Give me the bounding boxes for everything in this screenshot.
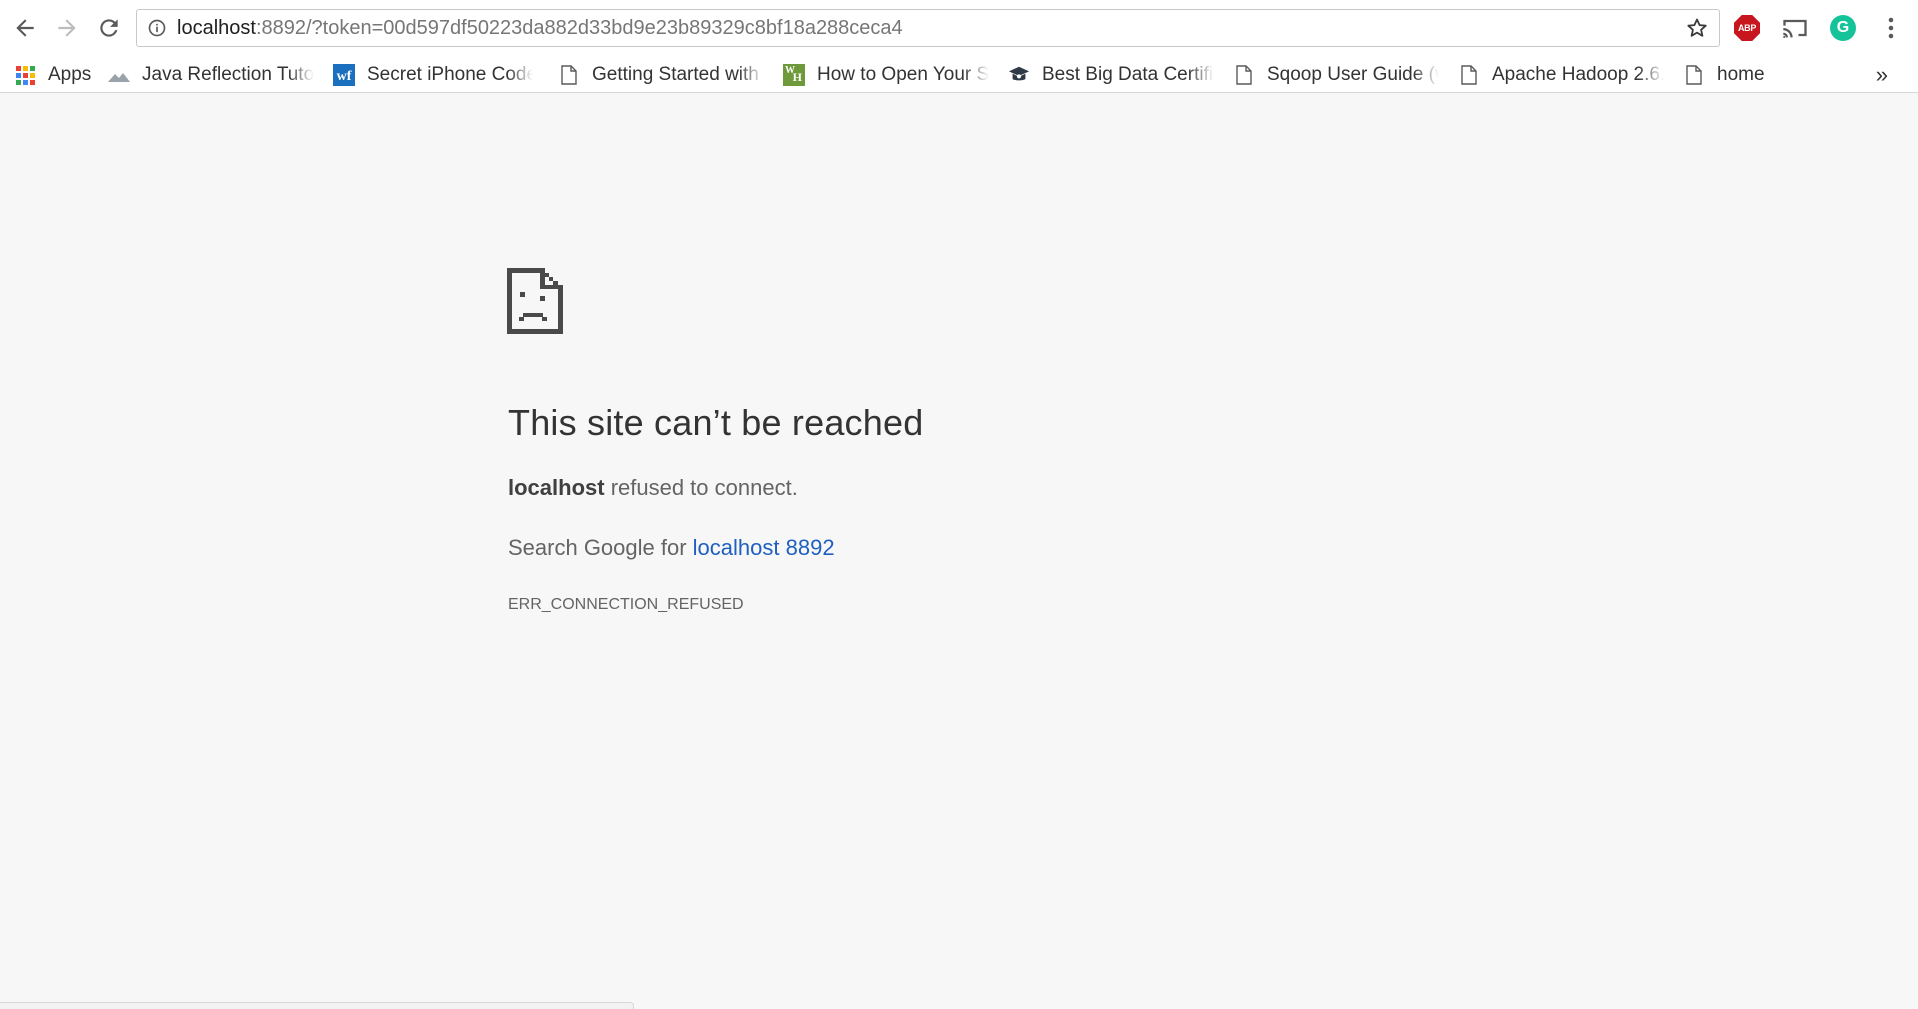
bookmark-getting-started[interactable]: Getting Started with J [558,57,764,93]
error-suggestion: Search Google for localhost 8892 [508,535,835,561]
graduation-cap-icon [1008,64,1030,86]
bookmarks-overflow-button[interactable]: » [1876,57,1888,93]
arrow-right-icon [58,19,76,37]
adblock-plus-icon: ABP [1734,15,1760,41]
browser-chrome: localhost:8892/?token=00d597df50223da882… [0,0,1918,93]
bookmark-apache-hadoop[interactable]: Apache Hadoop 2.6.0 [1458,57,1664,93]
bookmark-label: Getting Started with J [592,64,764,85]
reload-icon [100,19,118,37]
cast-button[interactable] [1781,14,1809,42]
bookmark-secret-iphone-codes[interactable]: wf Secret iPhone Codes [333,57,533,93]
wikihow-icon: WH [783,64,805,86]
bookmark-label: Apps [48,64,92,85]
bookmark-label: Java Reflection Tutori [142,64,314,85]
grammarly-icon: G [1830,15,1856,41]
url-path: :8892/?token=00d597df50223da882d33bd9e23… [255,17,903,39]
error-title: This site can’t be reached [508,402,924,443]
bookmark-label: Sqoop User Guide (v1 [1267,64,1439,85]
cast-icon [1783,19,1807,38]
arrow-left-icon [16,19,34,37]
bookmark-label: home [1717,64,1765,85]
menu-button[interactable] [1877,14,1905,42]
info-icon[interactable] [147,18,167,38]
bookmark-how-to-open[interactable]: WH How to Open Your Sp [783,57,989,93]
bookmark-sqoop-user-guide[interactable]: Sqoop User Guide (v1 [1233,57,1439,93]
back-button[interactable] [10,13,40,43]
adblock-plus-button[interactable]: ABP [1733,14,1761,42]
page-icon [1458,64,1480,86]
suggestion-prefix: Search Google for [508,535,693,560]
bookmark-label: Best Big Data Certific [1042,64,1214,85]
sad-page-icon [507,268,563,334]
bookmark-apps[interactable]: Apps [14,57,114,93]
browser-toolbar: localhost:8892/?token=00d597df50223da882… [0,0,1918,57]
bookmarks-bar: Apps Java Reflection Tutori wf Secret iP… [0,57,1918,93]
bookmark-star-icon[interactable] [1685,16,1709,40]
page-icon [1233,64,1255,86]
error-code: ERR_CONNECTION_REFUSED [508,596,744,613]
search-google-link[interactable]: localhost 8892 [693,535,835,560]
landscape-icon [108,64,130,86]
kebab-menu-icon [1888,17,1894,39]
wf-icon: wf [333,64,355,86]
bookmark-label: How to Open Your Sp [817,64,989,85]
error-detail: localhost refused to connect. [508,475,798,501]
bookmark-home[interactable]: home [1683,57,1803,93]
bookmark-label: Apache Hadoop 2.6.0 [1492,64,1664,85]
url-text[interactable]: localhost:8892/?token=00d597df50223da882… [177,10,903,46]
bookmark-java-reflection[interactable]: Java Reflection Tutori [108,57,314,93]
bookmark-label: Secret iPhone Codes [367,64,533,85]
error-host: localhost [508,475,605,500]
reload-button[interactable] [94,13,124,43]
url-host: localhost [177,17,256,39]
status-bubble [0,1002,634,1009]
address-bar[interactable]: localhost:8892/?token=00d597df50223da882… [136,9,1720,47]
bookmark-best-big-data[interactable]: Best Big Data Certific [1008,57,1214,93]
forward-button[interactable] [52,13,82,43]
page-icon [1683,64,1705,86]
error-detail-text: refused to connect. [604,475,798,500]
grammarly-button[interactable]: G [1829,14,1857,42]
apps-grid-icon [14,64,36,86]
page-icon [558,64,580,86]
